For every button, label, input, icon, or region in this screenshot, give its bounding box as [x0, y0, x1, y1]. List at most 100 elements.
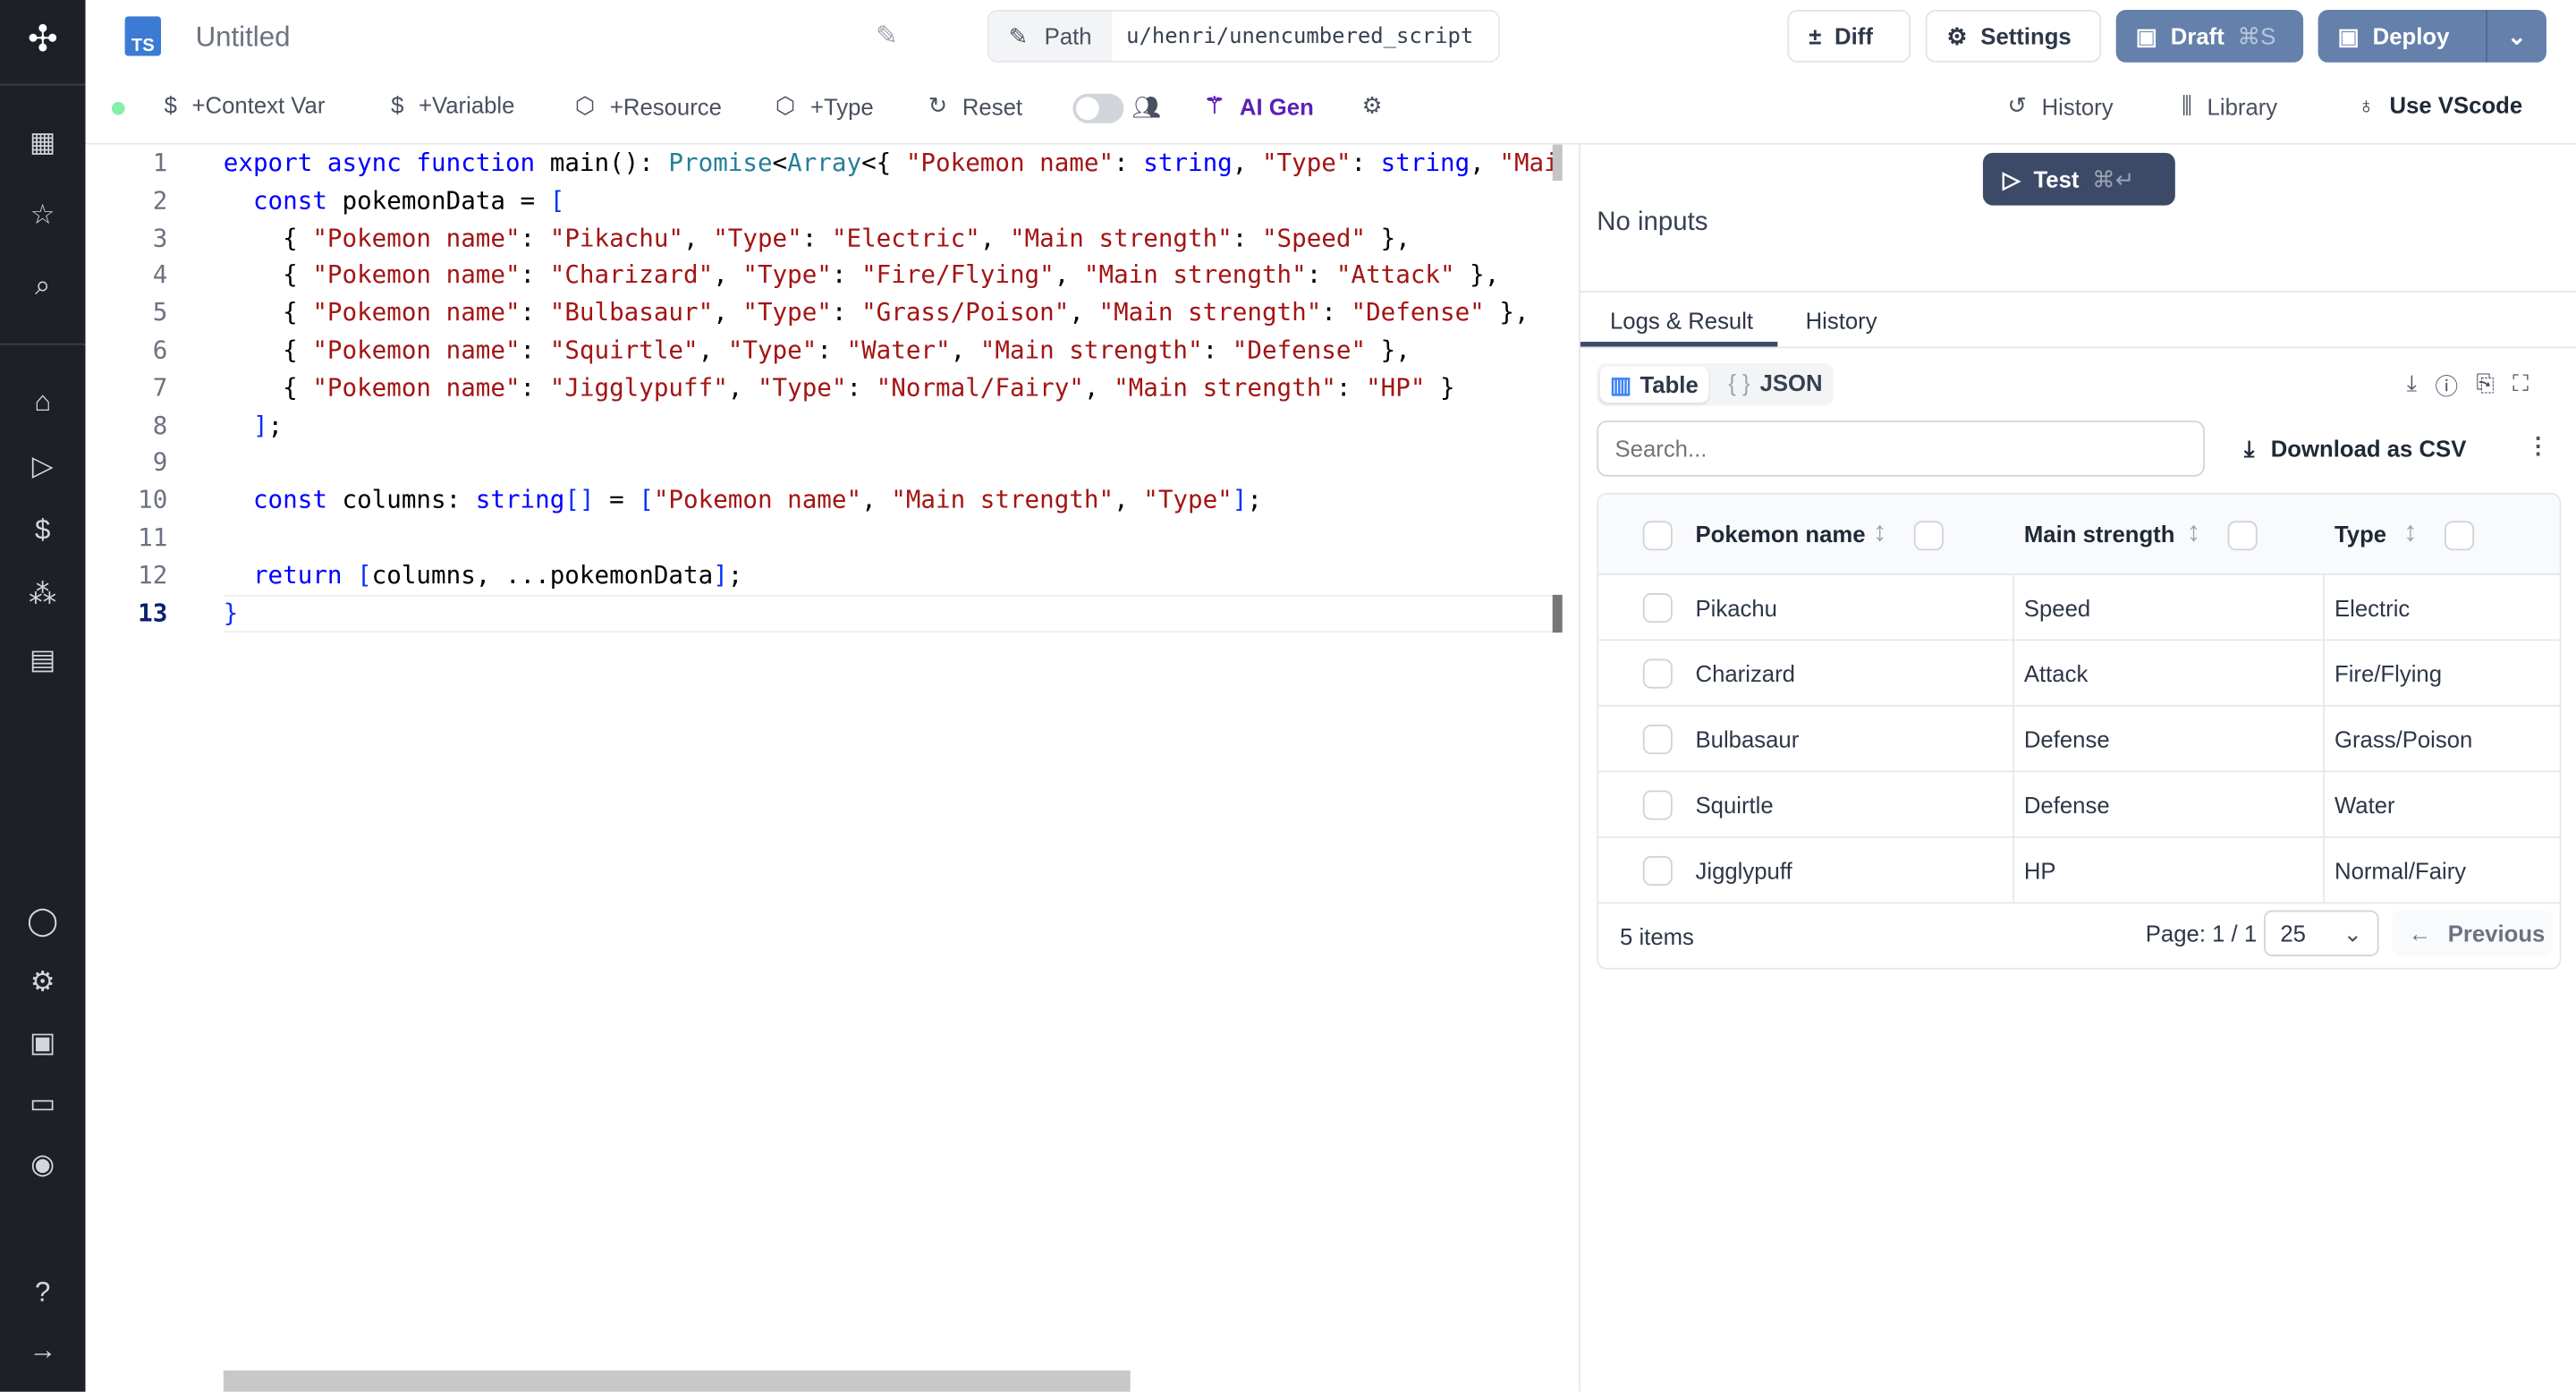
dollar-icon[interactable]: $ — [23, 511, 63, 550]
code-line[interactable]: export async function main(): Promise<Ar… — [224, 148, 1559, 177]
download-icon[interactable]: ⤓ — [2407, 369, 2417, 403]
column-checkbox[interactable] — [2445, 521, 2475, 551]
cube-icon: ⬡ — [775, 91, 796, 119]
table-view-button[interactable]: ▥ Table — [1599, 366, 1709, 403]
clipboard-icon[interactable]: ⎘ — [2476, 369, 2495, 403]
use-vscode-button[interactable]: ♁ Use VScode — [2358, 92, 2522, 118]
tab-logs-result[interactable]: Logs & Result — [1610, 307, 1753, 333]
arrow-right-icon[interactable]: → — [23, 1331, 63, 1371]
path-value[interactable]: u/henri/unencumbered_script — [1112, 12, 1473, 61]
history-button[interactable]: ↺ History — [2007, 92, 2113, 120]
user-icon[interactable]: ◯ — [23, 902, 63, 941]
row-checkbox[interactable] — [1642, 790, 1673, 820]
play-icon[interactable]: ▷ — [23, 447, 63, 487]
info-icon[interactable]: ⓘ — [2435, 369, 2458, 403]
sort-icon[interactable]: ↕ — [2187, 516, 2201, 549]
table-row[interactable]: Squirtle Defense Water — [1598, 770, 2560, 838]
column-header-pokemon-name[interactable]: Pokemon name — [1696, 521, 1866, 547]
table-row[interactable]: Charizard Attack Fire/Flying — [1598, 639, 2560, 707]
expand-icon[interactable]: ⛶ — [2512, 369, 2529, 403]
more-menu-icon[interactable]: ⋮ — [2527, 432, 2550, 460]
help-icon[interactable]: ? — [23, 1273, 63, 1312]
table-row[interactable]: Jigglypuff HP Normal/Fairy — [1598, 836, 2560, 904]
code-editor[interactable]: 1 export async function main(): Promise<A… — [85, 144, 1580, 1392]
code-token: (): — [609, 148, 669, 178]
code-token: "Pokemon name" — [312, 297, 521, 327]
script-title[interactable]: Untitled — [196, 21, 291, 55]
variable-button[interactable]: $ +Variable — [391, 92, 514, 118]
column-checkbox[interactable] — [2227, 521, 2258, 551]
windmill-logo-icon[interactable]: ✣ — [23, 19, 63, 59]
code-line[interactable]: return [columns, ...pokemonData]; — [224, 560, 742, 590]
edit-pencil-icon[interactable]: ✎ — [876, 20, 898, 53]
code-line[interactable]: ]; — [224, 410, 283, 439]
horizontal-scrollbar[interactable] — [223, 1370, 1131, 1392]
typescript-badge: TS — [124, 16, 161, 55]
page-size-select[interactable]: 25 ⌄ — [2264, 910, 2379, 956]
column-header-main-strength[interactable]: Main strength — [2024, 521, 2175, 547]
resource-button[interactable]: ⬡ +Resource — [575, 92, 722, 120]
code-line[interactable]: const columns: string[] = ["Pokemon name… — [224, 485, 1262, 514]
line-number: 5 — [152, 297, 168, 327]
code-line[interactable]: { "Pokemon name": "Jigglypuff", "Type": … — [224, 373, 1454, 403]
reset-button[interactable]: ↻ Reset — [928, 92, 1022, 120]
code-token: ] — [1232, 485, 1248, 515]
row-checkbox[interactable] — [1642, 724, 1673, 755]
label: Table — [1640, 371, 1699, 398]
code-token: "Pokemon name" — [905, 148, 1114, 178]
play-icon: ▷ — [2002, 165, 2021, 191]
code-token: : — [831, 259, 862, 290]
building-icon[interactable]: ▦ — [23, 123, 63, 163]
sort-icon[interactable]: ↕ — [1873, 516, 1887, 549]
search-input[interactable] — [1597, 420, 2205, 477]
table-cell: HP — [2023, 857, 2056, 885]
collab-toggle[interactable] — [1072, 93, 1124, 123]
boxes-icon[interactable]: ⁂ — [23, 575, 63, 615]
column-divider — [2012, 574, 2014, 641]
ai-settings-gear-icon[interactable]: ⚙ — [1362, 92, 1383, 120]
code-token: : — [1351, 148, 1381, 178]
test-shortcut: ⌘↵ — [2092, 165, 2135, 191]
label: AI Gen — [1239, 92, 1314, 120]
line-number: 4 — [152, 259, 168, 290]
code-line[interactable]: const pokemonData = [ — [224, 185, 564, 215]
download-csv-button[interactable]: ⤓ Download as CSV — [2244, 436, 2466, 463]
library-button[interactable]: ⫼ Library — [2182, 92, 2277, 120]
eye-icon[interactable]: ◉ — [23, 1145, 63, 1184]
column-checkbox[interactable] — [1913, 521, 1944, 551]
code-line[interactable]: { "Pokemon name": "Bulbasaur", "Type": "… — [224, 297, 1529, 327]
previous-button[interactable]: ← Previous — [2392, 910, 2554, 956]
test-button[interactable]: ▷ Test ⌘↵ — [1982, 152, 2175, 206]
row-checkbox[interactable] — [1642, 593, 1673, 624]
settings-button[interactable]: ⚙ Settings — [1925, 10, 2102, 63]
diff-button[interactable]: ± Diff — [1787, 10, 1911, 63]
folder-icon[interactable]: ▭ — [23, 1084, 63, 1124]
code-line[interactable]: { "Pokemon name": "Squirtle", "Type": "W… — [224, 335, 1411, 365]
home-icon[interactable]: ⌂ — [23, 383, 63, 422]
gear-icon[interactable]: ⚙ — [23, 963, 63, 1002]
path-field[interactable]: ✎ Path u/henri/unencumbered_script — [987, 10, 1500, 63]
deploy-button[interactable]: ▣ Deploy — [2318, 10, 2486, 63]
json-view-button[interactable]: { } JSON — [1728, 369, 1822, 395]
sort-icon[interactable]: ↕ — [2403, 516, 2418, 549]
star-icon[interactable]: ☆ — [23, 196, 63, 235]
bot-icon[interactable]: ▣ — [23, 1023, 63, 1063]
table-row[interactable]: Bulbasaur Defense Grass/Poison — [1598, 704, 2560, 773]
row-checkbox[interactable] — [1642, 855, 1673, 886]
draft-button[interactable]: ▣ Draft ⌘S — [2115, 10, 2304, 63]
column-header-type[interactable]: Type — [2334, 521, 2386, 547]
ai-gen-button[interactable]: ⚚ AI Gen — [1204, 92, 1313, 120]
tab-history[interactable]: History — [1806, 307, 1877, 333]
context-var-button[interactable]: $ +Context Var — [165, 92, 326, 118]
code-line[interactable]: { "Pokemon name": "Pikachu", "Type": "El… — [224, 223, 1411, 252]
type-button[interactable]: ⬡ +Type — [775, 92, 874, 120]
vertical-scrollbar[interactable] — [1552, 144, 1563, 182]
select-all-checkbox[interactable] — [1642, 521, 1673, 551]
search-icon[interactable]: ⌕ — [23, 267, 63, 306]
calendar-icon[interactable]: ▤ — [23, 641, 63, 680]
code-line[interactable]: { "Pokemon name": "Charizard", "Type": "… — [224, 259, 1499, 290]
deploy-dropdown-chevron-icon[interactable]: ⌄ — [2485, 10, 2546, 63]
row-checkbox[interactable] — [1642, 658, 1673, 689]
table-row[interactable]: Pikachu Speed Electric — [1598, 573, 2560, 641]
code-token: < — [772, 148, 788, 178]
